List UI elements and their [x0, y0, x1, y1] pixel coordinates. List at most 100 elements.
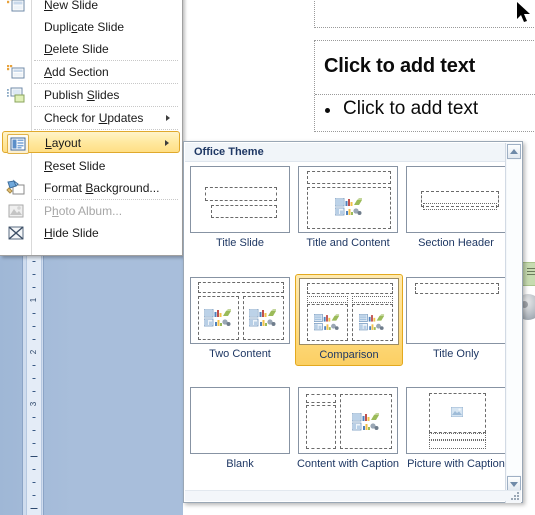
new-slide-icon	[7, 0, 25, 12]
layout-item-section-header[interactable]: Section Header	[403, 166, 505, 249]
placeholder-box	[423, 203, 497, 210]
menu-item-label: Reset Slide	[44, 159, 106, 173]
vertical-ruler: 1 2 3	[22, 255, 44, 515]
ruler-minor-tick	[32, 482, 36, 483]
scroll-up-button[interactable]	[507, 144, 521, 159]
layout-item-picture-with-caption[interactable]: Picture with Caption	[403, 387, 505, 470]
menu-item-hide-slide[interactable]: Hide Slide	[2, 222, 180, 244]
ruler-major-tick	[30, 508, 38, 509]
layout-thumbnail	[406, 166, 505, 233]
ruler-major-tick	[30, 456, 38, 457]
menu-item-check-for-updates[interactable]: Check for Updates	[2, 107, 180, 129]
format-background-icon	[6, 179, 25, 195]
menu-item-label: Hide Slide	[44, 226, 99, 240]
layout-item-title-and-content[interactable]: Title and Content	[295, 166, 401, 249]
layout-thumbnail	[298, 387, 398, 454]
placeholder-divider	[315, 94, 535, 95]
menu-item-photo-album: Photo Album...	[2, 200, 180, 222]
layout-item-comparison[interactable]: Comparison	[295, 274, 403, 366]
layout-thumbnail	[406, 387, 505, 454]
menu-item-publish-slides[interactable]: Publish Slides	[2, 84, 180, 106]
menu-item-duplicate-slide[interactable]: Duplicate Slide	[2, 16, 180, 38]
layout-gallery-submenu[interactable]: Office Theme Title Slide Title and Conte…	[183, 141, 523, 503]
placeholder-box	[415, 283, 499, 294]
resize-grip-handle[interactable]	[511, 492, 520, 501]
layout-label: Content with Caption	[296, 458, 400, 470]
ruler-label: 1	[29, 297, 38, 303]
layout-thumbnail	[406, 277, 505, 344]
content-placeholder-icon	[335, 198, 362, 216]
menu-item-label: New Slide	[44, 0, 99, 12]
layout-label: Blank	[226, 458, 254, 470]
content-placeholder-icon	[204, 309, 231, 327]
gallery-layout-list: Title Slide Title and Content Section He…	[185, 162, 505, 482]
body-heading-text: Click to add text	[324, 55, 476, 77]
menu-item-label: Publish Slides	[44, 88, 120, 102]
ruler-minor-tick	[32, 339, 36, 340]
menu-item-new-slide[interactable]: New Slide	[2, 0, 180, 16]
gallery-footer-bar	[185, 490, 521, 501]
submenu-arrow-icon	[165, 140, 169, 146]
placeholder-box	[306, 394, 336, 403]
ruler-minor-tick	[32, 430, 36, 431]
placeholder-box	[211, 205, 277, 218]
menu-item-label: Delete Slide	[44, 42, 109, 56]
placeholder-box	[307, 283, 393, 294]
layout-icon	[7, 134, 29, 154]
placeholder-box	[352, 296, 393, 303]
ruler-minor-tick	[32, 443, 36, 444]
menu-item-delete-slide[interactable]: Delete Slide	[2, 38, 180, 60]
scroll-down-button[interactable]	[507, 476, 521, 491]
placeholder-box	[198, 282, 284, 293]
menu-item-layout[interactable]: Layout	[2, 131, 180, 154]
layout-item-content-with-caption[interactable]: Content with Caption	[295, 387, 401, 470]
placeholder-box	[205, 187, 277, 201]
gallery-scrollbar[interactable]	[505, 143, 521, 503]
ruler-label: 2	[29, 349, 38, 355]
ruler-minor-tick	[32, 365, 36, 366]
ruler-minor-tick	[32, 378, 36, 379]
layout-item-blank[interactable]: Blank	[187, 387, 293, 470]
picture-placeholder-icon	[451, 407, 463, 417]
content-placeholder-icon	[352, 413, 379, 431]
publish-slides-icon	[7, 87, 25, 103]
layout-item-title-only[interactable]: Title Only	[403, 277, 505, 360]
layout-label: Title and Content	[306, 237, 390, 249]
chip-lines-icon	[527, 268, 535, 277]
ruler-minor-tick	[32, 274, 36, 275]
content-placeholder-icon	[249, 309, 276, 327]
menu-item-label: Photo Album...	[44, 204, 123, 218]
ruler-minor-tick	[32, 417, 36, 418]
menu-item-label: Duplicate Slide	[44, 20, 125, 34]
add-section-icon	[7, 65, 25, 79]
layout-label: Section Header	[418, 237, 494, 249]
body-placeholder[interactable]: Click to add text Click to add text	[314, 40, 535, 132]
bullet-marker	[325, 108, 330, 113]
menu-item-label: Check for Updates	[44, 111, 144, 125]
photo-album-icon	[8, 204, 24, 218]
menu-item-add-section[interactable]: Add Section	[2, 61, 180, 83]
ruler-minor-tick	[32, 326, 36, 327]
scrollbar-track[interactable]	[507, 160, 521, 475]
menu-item-label: Add Section	[44, 65, 109, 79]
slide-context-menu[interactable]: New Slide Duplicate Slide Delete Slide A…	[0, 0, 183, 256]
menu-item-format-background[interactable]: Format Background...	[2, 177, 180, 199]
placeholder-box	[429, 440, 486, 449]
layout-thumbnail	[298, 166, 398, 233]
ruler-minor-tick	[32, 391, 36, 392]
vertical-ruler-track: 1 2 3	[26, 255, 42, 515]
body-bullet-text: Click to add text	[343, 98, 479, 119]
submenu-arrow-icon	[166, 115, 170, 121]
menu-item-reset-slide[interactable]: Reset Slide	[2, 155, 180, 177]
title-placeholder[interactable]	[314, 0, 535, 28]
layout-item-title-slide[interactable]: Title Slide	[187, 166, 293, 249]
layout-thumbnail	[190, 387, 290, 454]
ruler-minor-tick	[32, 469, 36, 470]
layout-thumbnail	[190, 277, 290, 344]
layout-item-two-content[interactable]: Two Content	[187, 277, 293, 360]
placeholder-box	[307, 296, 348, 303]
gallery-theme-title: Office Theme	[194, 146, 264, 158]
layout-label: Title Slide	[216, 237, 264, 249]
placeholder-box	[307, 171, 391, 184]
ruler-minor-tick	[32, 261, 36, 262]
